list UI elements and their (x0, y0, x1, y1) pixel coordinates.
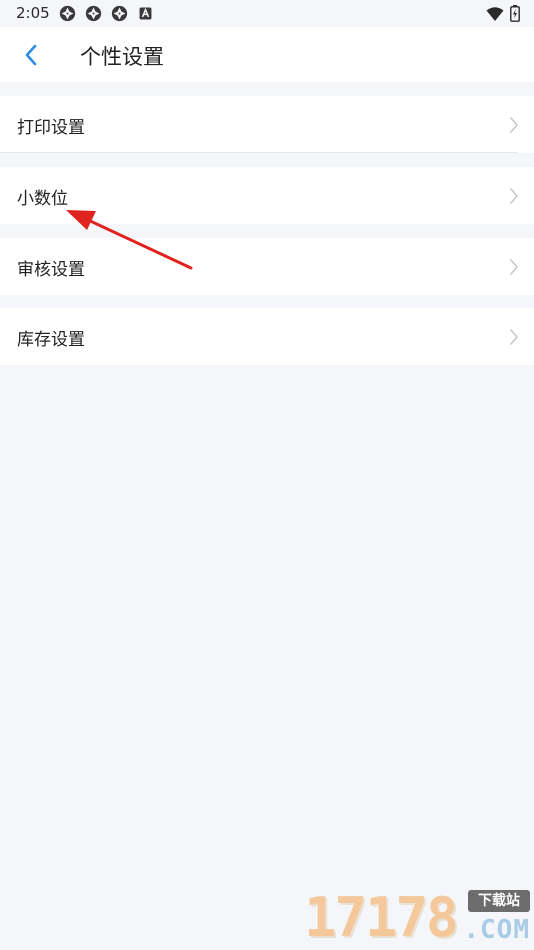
chevron-right-icon (510, 188, 518, 204)
menu-item-decimal-places[interactable]: 小数位 (0, 167, 534, 224)
wifi-icon (486, 6, 504, 21)
system-icons (486, 5, 520, 22)
chevron-right-icon (510, 259, 518, 275)
menu-item-print-settings[interactable]: 打印设置 (0, 96, 534, 153)
menu-item-label: 小数位 (17, 189, 68, 209)
a-box-icon (139, 7, 152, 20)
aperture-icon (111, 5, 128, 22)
watermark-digits: 17178 (304, 886, 459, 949)
menu-item-label: 审核设置 (17, 260, 85, 280)
back-button[interactable] (14, 39, 48, 71)
battery-charging-icon (510, 5, 520, 22)
watermark-suffix: .COM (463, 915, 530, 945)
aperture-icon (85, 5, 102, 22)
chevron-right-icon (510, 117, 518, 133)
page-title: 个性设置 (80, 45, 164, 69)
notification-icons (59, 5, 154, 22)
menu-item-inventory-settings[interactable]: 库存设置 (0, 308, 534, 365)
chevron-right-icon (510, 329, 518, 345)
menu-item-audit-settings[interactable]: 审核设置 (0, 238, 534, 295)
menu-item-label: 库存设置 (17, 330, 85, 350)
menu-item-label: 打印设置 (17, 118, 85, 138)
status-time: 2:05 (16, 4, 50, 22)
aperture-icon (59, 5, 76, 22)
watermark-tag: 下载站 (468, 890, 530, 912)
status-bar: 2:05 (0, 0, 534, 27)
chevron-left-icon (25, 44, 37, 66)
watermark-logo: 17178 下载站 .COM (304, 890, 530, 946)
app-header: 个性设置 (0, 27, 534, 82)
divider (0, 152, 518, 153)
